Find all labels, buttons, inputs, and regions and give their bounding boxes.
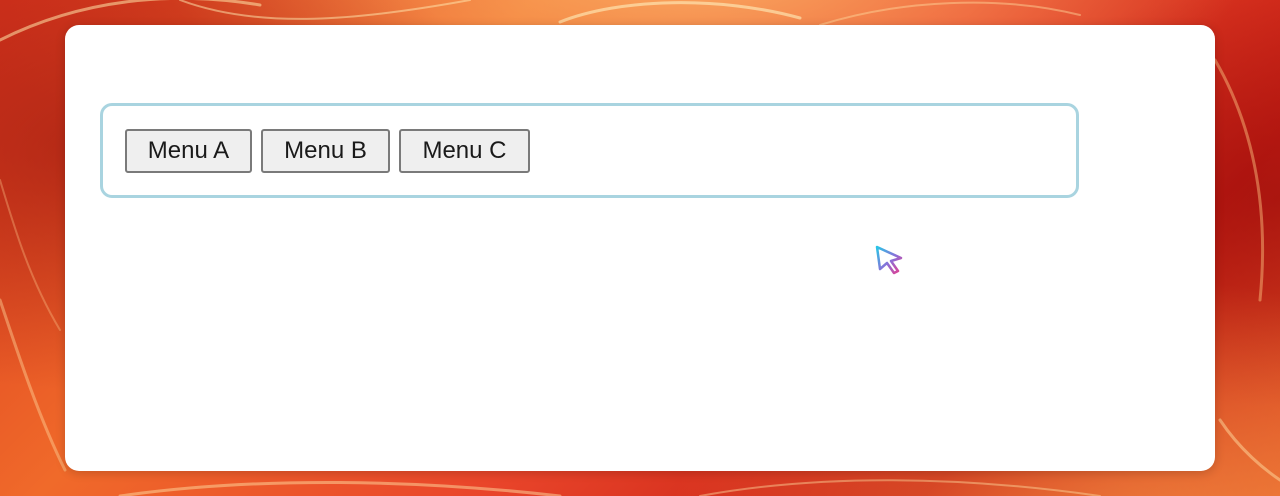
menu-bar: Menu A Menu B Menu C — [100, 103, 1079, 198]
mouse-pointer-icon — [875, 245, 903, 275]
menu-b-button[interactable]: Menu B — [261, 128, 390, 173]
menu-c-button[interactable]: Menu C — [399, 128, 530, 173]
menu-a-button[interactable]: Menu A — [125, 128, 252, 173]
app-window — [65, 25, 1215, 471]
